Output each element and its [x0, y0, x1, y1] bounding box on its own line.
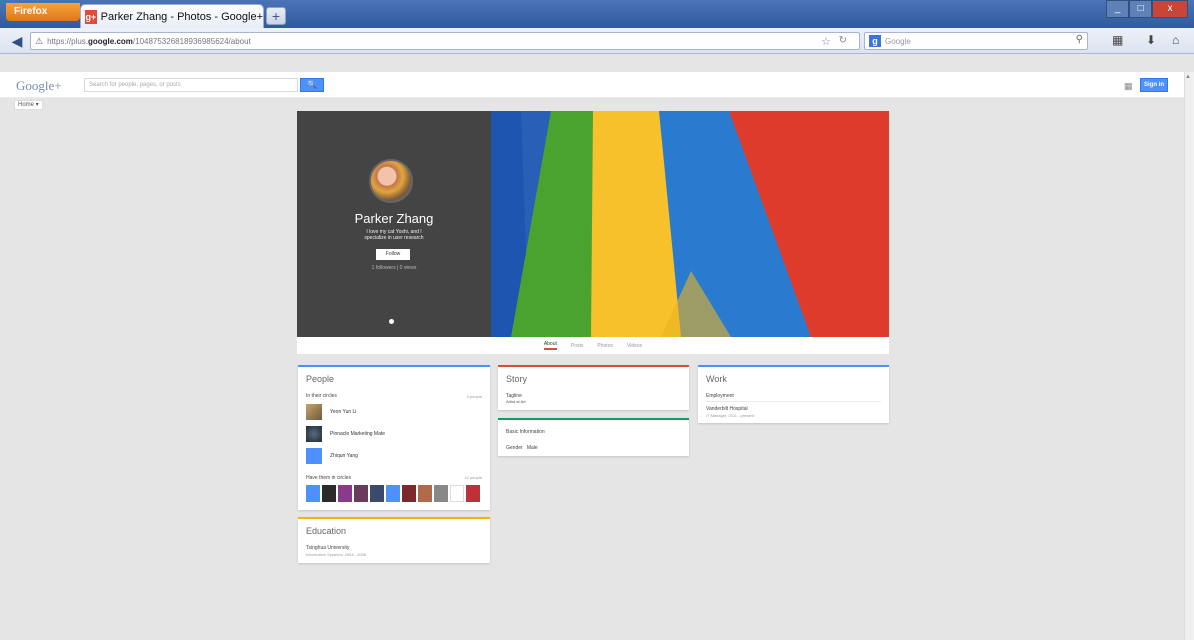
minimize-button[interactable]: _	[1106, 0, 1130, 18]
url-text: https://plus.google.com/1048753268189369…	[47, 36, 251, 46]
gplus-favicon-icon: g+	[85, 9, 97, 24]
gplus-search-input[interactable]: Search for people, pages, or posts	[84, 78, 298, 92]
avatar[interactable]	[306, 485, 320, 502]
follow-button[interactable]: Follow	[376, 249, 410, 260]
avatar[interactable]	[370, 485, 384, 502]
avatar[interactable]	[434, 485, 448, 502]
home-dropdown[interactable]: Home ▾	[14, 100, 43, 110]
basic-info-title: Basic Information	[506, 429, 545, 435]
window-controls: _ □ x	[1106, 0, 1188, 18]
avatar[interactable]	[322, 485, 336, 502]
page-scrollbar[interactable]	[1184, 72, 1194, 640]
avatar[interactable]	[466, 485, 480, 502]
maximize-button[interactable]: □	[1129, 0, 1153, 18]
avatar[interactable]	[418, 485, 432, 502]
work-title: Work	[706, 374, 727, 384]
list-item[interactable]: Zhiqun Yang	[306, 447, 482, 465]
reload-icon[interactable]: ↻	[839, 35, 847, 46]
story-title: Story	[506, 374, 528, 384]
profile-cover: Parker Zhang I love my cat Yoshi, and I …	[297, 111, 889, 337]
search-engine-icon[interactable]: g	[869, 35, 881, 47]
divider	[706, 401, 881, 402]
gplus-header: Google+ Search for people, pages, or pos…	[0, 72, 1184, 98]
profile-tabs: About Posts Photos Videos	[297, 337, 889, 354]
tab-title: Parker Zhang - Photos - Google+	[100, 10, 263, 23]
site-identity-icon[interactable]: ⚠	[35, 36, 43, 47]
new-tab-button[interactable]: +	[266, 7, 286, 25]
gender-value: Male	[526, 445, 538, 451]
bookmarks-icon[interactable]: ▦	[1112, 33, 1123, 47]
people-title: People	[306, 374, 335, 384]
profile-card: Parker Zhang I love my cat Yoshi, and I …	[297, 111, 491, 337]
profile-tagline: I love my cat Yoshi, and I specialize in…	[364, 229, 424, 241]
work-detail: IT Manager, 2011 - present	[706, 413, 754, 418]
profile-name: Parker Zhang	[354, 211, 434, 226]
basic-info-card: Basic Information Gender Male	[498, 418, 689, 456]
sign-in-button[interactable]: Sign in	[1140, 78, 1168, 92]
person-name: Pinnacle Marketing Mate	[330, 431, 386, 437]
close-button[interactable]: x	[1152, 0, 1188, 18]
story-value: Artist at Art	[506, 399, 526, 404]
search-icon[interactable]: ⚲	[1076, 34, 1083, 45]
work-label: Employment	[706, 393, 734, 399]
people-card: People In their circles 3 people Yeon Yu…	[298, 365, 490, 510]
have-in-circles-label: Have them in circles	[306, 475, 352, 481]
avatar[interactable]	[450, 485, 464, 502]
cover-photo	[491, 111, 889, 337]
tab-about[interactable]: About	[543, 341, 557, 350]
avatar[interactable]	[369, 159, 413, 203]
avatar	[306, 448, 322, 464]
in-circles-label: In their circles	[306, 393, 337, 399]
browser-navbar: ◀ ⚠ https://plus.google.com/104875326818…	[0, 28, 1194, 54]
browser-tab[interactable]: g+ Parker Zhang - Photos - Google+	[80, 4, 264, 28]
firefox-menu-button[interactable]: Firefox	[6, 3, 80, 21]
person-name: Zhiqun Yang	[330, 453, 358, 459]
in-circles-count[interactable]: 3 people	[467, 394, 482, 399]
tab-photos[interactable]: Photos	[597, 343, 613, 349]
scroll-up-icon[interactable]: ▲	[1185, 74, 1191, 80]
education-detail: Information Systems, 2004 - 2008	[306, 552, 367, 557]
browser-search-box[interactable]: g Google ⚲	[864, 32, 1088, 50]
list-item[interactable]: Pinnacle Marketing Mate	[306, 425, 482, 443]
education-title: Education	[306, 526, 347, 536]
avatar[interactable]	[338, 485, 352, 502]
list-item[interactable]: Yeon Yun Li	[306, 403, 482, 421]
have-in-circles-count[interactable]: 12 people	[464, 475, 482, 480]
back-arrow-icon[interactable]: ◀	[8, 32, 26, 50]
gplus-search-button[interactable]: 🔍	[300, 78, 324, 92]
education-school[interactable]: Tsinghua University	[306, 545, 349, 551]
gender-label: Gender	[506, 445, 523, 451]
bookmark-star-icon[interactable]: ☆	[821, 35, 831, 48]
search-engine-name: Google	[885, 36, 911, 46]
avatar[interactable]	[402, 485, 416, 502]
gplus-logo[interactable]: Google+	[16, 78, 62, 94]
avatar	[306, 404, 322, 420]
work-employer[interactable]: Vanderbilt Hospital	[706, 406, 748, 412]
carousel-dot[interactable]	[389, 319, 394, 324]
follower-count: 1 followers | 0 views	[371, 265, 417, 271]
person-name: Yeon Yun Li	[330, 409, 357, 415]
browser-titlebar: Firefox g+ Parker Zhang - Photos - Googl…	[0, 0, 1194, 28]
gender-row: Gender Male	[506, 445, 538, 451]
avatar[interactable]	[386, 485, 400, 502]
downloads-icon[interactable]: ⬇	[1146, 33, 1156, 47]
education-card: Education Tsinghua University Informatio…	[298, 517, 490, 563]
avatar[interactable]	[354, 485, 368, 502]
tab-posts[interactable]: Posts	[571, 343, 584, 349]
apps-grid-icon[interactable]: ▦	[1124, 81, 1133, 92]
people-avatar-strip	[306, 485, 480, 502]
work-card: Work Employment Vanderbilt Hospital IT M…	[698, 365, 889, 423]
home-icon[interactable]: ⌂	[1172, 33, 1179, 47]
story-card: Story Tagline Artist at Art	[498, 365, 689, 410]
address-bar[interactable]: ⚠ https://plus.google.com/10487532681893…	[30, 32, 860, 50]
avatar	[306, 426, 322, 442]
tab-videos[interactable]: Videos	[627, 343, 642, 349]
